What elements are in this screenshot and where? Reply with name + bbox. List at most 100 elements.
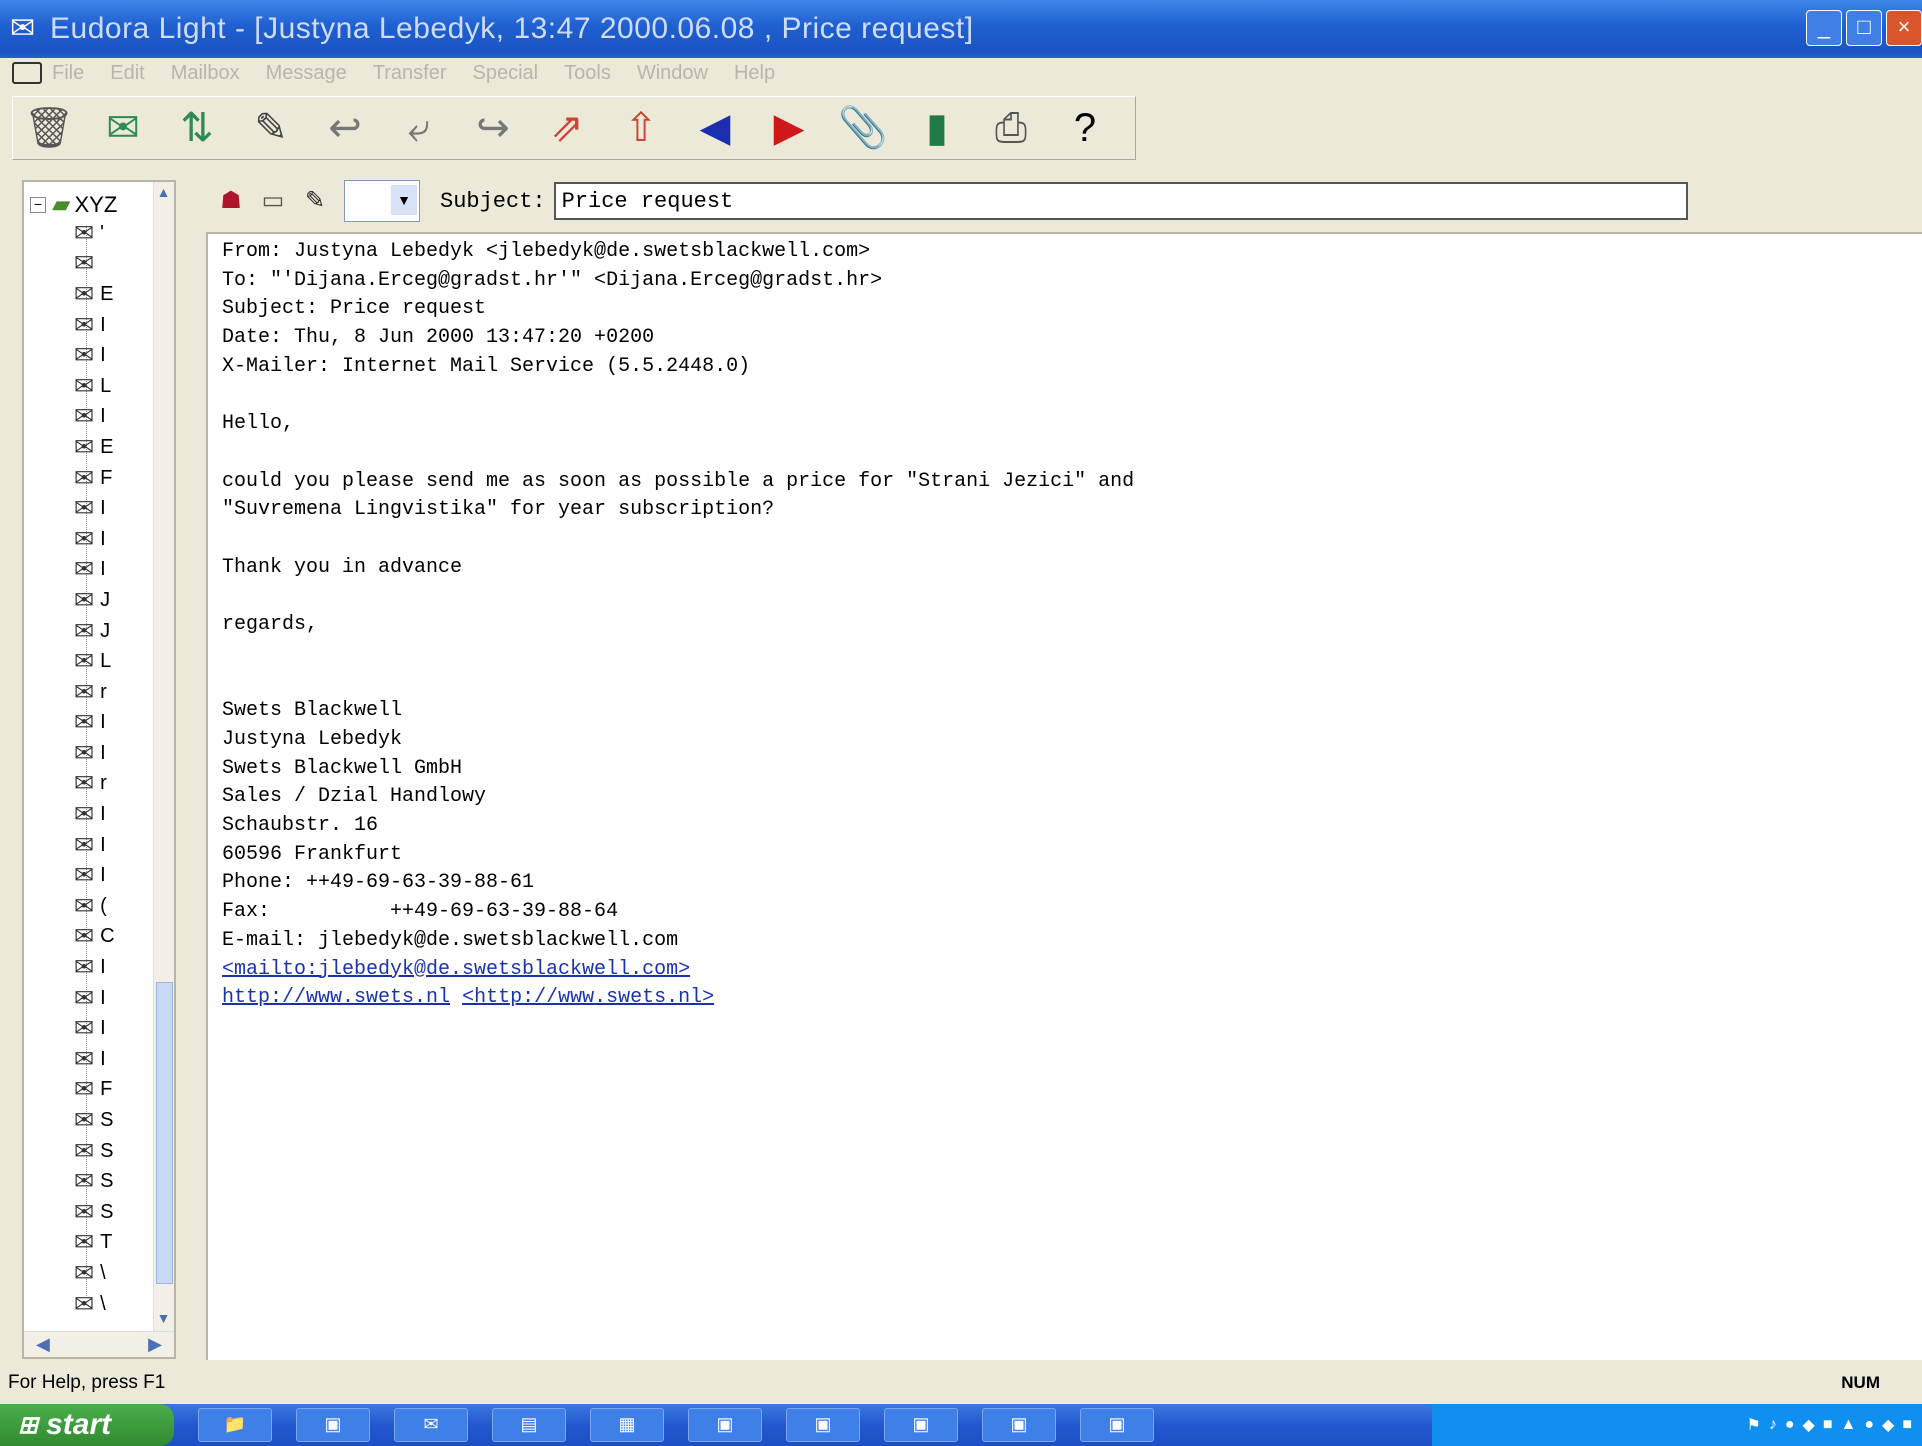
- scroll-down-icon[interactable]: ▼: [155, 1310, 172, 1330]
- address-book-icon[interactable]: ▮: [907, 98, 967, 158]
- tray-network-icon[interactable]: ⚑: [1747, 1415, 1761, 1435]
- tray-app-icon-7[interactable]: ■: [1902, 1416, 1912, 1434]
- mailbox-item[interactable]: ✉ E: [74, 432, 115, 463]
- mailbox-item[interactable]: ✉ I: [74, 708, 115, 739]
- mailbox-item[interactable]: ✉ S: [74, 1166, 115, 1197]
- edit-pencil-icon[interactable]: ✎: [298, 183, 332, 219]
- tree-root[interactable]: − ▰ XYZ: [30, 190, 117, 219]
- mailbox-item[interactable]: ✉ F: [74, 463, 115, 494]
- mailbox-item[interactable]: ✉ I: [74, 555, 115, 586]
- tray-app-icon-1[interactable]: ●: [1785, 1416, 1795, 1434]
- mailbox-item[interactable]: ✉ I: [74, 830, 115, 861]
- help-icon[interactable]: ?: [1055, 98, 1115, 158]
- mailbox-item[interactable]: ✉ C: [74, 922, 115, 953]
- mailbox-tree[interactable]: − ▰ XYZ ✉ ' ✉ ✉ E ✉ I ✉ I ✉ L ✉ I ✉ E ✉ F ✉ I ✉ I ✉ I ✉ J ✉ J ✉ L ✉ r ✉…: [22, 180, 176, 1359]
- label-icon[interactable]: ▭: [256, 183, 290, 219]
- close-button[interactable]: ×: [1886, 10, 1922, 46]
- mailbox-item[interactable]: ✉ \: [74, 1289, 115, 1320]
- menu-file[interactable]: File: [52, 62, 84, 85]
- chevron-down-icon[interactable]: ▼: [391, 185, 417, 215]
- taskbar-button-8[interactable]: ▣: [982, 1408, 1056, 1442]
- taskbar-button-folder[interactable]: 📁: [198, 1408, 272, 1442]
- mailbox-item[interactable]: ✉ I: [74, 799, 115, 830]
- taskbar-button-7[interactable]: ▣: [884, 1408, 958, 1442]
- next-message-icon[interactable]: ▶: [759, 98, 819, 158]
- mailbox-item[interactable]: ✉ ': [74, 218, 115, 249]
- menu-mailbox[interactable]: Mailbox: [171, 62, 240, 85]
- mailbox-item[interactable]: ✉ I: [74, 310, 115, 341]
- mdi-window-icon[interactable]: [12, 62, 42, 84]
- scroll-right-icon[interactable]: ▶: [148, 1334, 162, 1355]
- reply-all-icon[interactable]: ⤶: [389, 98, 449, 158]
- mailbox-item[interactable]: ✉ I: [74, 952, 115, 983]
- mailbox-item[interactable]: ✉ r: [74, 677, 115, 708]
- taskbar-button-9[interactable]: ▣: [1080, 1408, 1154, 1442]
- tray-app-icon-2[interactable]: ◆: [1803, 1415, 1815, 1435]
- maximize-button[interactable]: □: [1846, 10, 1882, 46]
- tray-app-icon-5[interactable]: ●: [1864, 1416, 1874, 1434]
- mailbox-item[interactable]: ✉ \: [74, 1258, 115, 1289]
- mailbox-item[interactable]: ✉ S: [74, 1136, 115, 1167]
- mailbox-item[interactable]: ✉ I: [74, 493, 115, 524]
- taskbar-button-6[interactable]: ▣: [786, 1408, 860, 1442]
- menu-edit[interactable]: Edit: [110, 62, 144, 85]
- mailbox-item[interactable]: ✉ I: [74, 524, 115, 555]
- taskbar-button-4[interactable]: ▦: [590, 1408, 664, 1442]
- message-body[interactable]: From: Justyna Lebedyk <jlebedyk@de.swets…: [206, 232, 1922, 1360]
- menu-window[interactable]: Window: [637, 62, 708, 85]
- previous-message-icon[interactable]: ◀: [685, 98, 745, 158]
- attach-file-icon[interactable]: 📎: [833, 98, 893, 158]
- website-link-2[interactable]: <http://www.swets.nl>: [462, 986, 714, 1009]
- check-mail-icon[interactable]: ✉: [93, 98, 153, 158]
- blah-icon[interactable]: ☗: [214, 183, 248, 219]
- mailbox-item[interactable]: ✉ I: [74, 1013, 115, 1044]
- mailbox-item[interactable]: ✉ T: [74, 1228, 115, 1259]
- mailbox-item[interactable]: ✉ I: [74, 340, 115, 371]
- forward-icon[interactable]: ↪: [463, 98, 523, 158]
- priority-dropdown[interactable]: ▼: [344, 180, 420, 222]
- mailbox-item[interactable]: ✉ I: [74, 983, 115, 1014]
- trash-icon[interactable]: 🗑: [19, 98, 79, 158]
- tree-horizontal-scrollbar[interactable]: ◀ ▶: [24, 1331, 174, 1357]
- mailbox-item[interactable]: ✉ J: [74, 616, 115, 647]
- menu-transfer[interactable]: Transfer: [373, 62, 447, 85]
- scroll-up-icon[interactable]: ▲: [155, 184, 172, 204]
- menu-special[interactable]: Special: [473, 62, 539, 85]
- mailto-link[interactable]: <mailto:jlebedyk@de.swetsblackwell.com>: [222, 958, 690, 981]
- title-bar[interactable]: ✉ Eudora Light - [Justyna Lebedyk, 13:47…: [0, 0, 1922, 58]
- scroll-thumb[interactable]: [156, 982, 173, 1284]
- subject-field[interactable]: Price request: [553, 182, 1688, 220]
- tray-volume-icon[interactable]: ♪: [1769, 1416, 1777, 1434]
- tray-app-icon-4[interactable]: ▲: [1841, 1416, 1857, 1434]
- mailbox-item[interactable]: ✉ L: [74, 646, 115, 677]
- reply-icon[interactable]: ↩: [315, 98, 375, 158]
- mailbox-item[interactable]: ✉ E: [74, 279, 115, 310]
- mailbox-item[interactable]: ✉ F: [74, 1075, 115, 1106]
- start-button[interactable]: ⊞ start: [0, 1404, 174, 1446]
- mailbox-item[interactable]: ✉ I: [74, 860, 115, 891]
- collapse-icon[interactable]: −: [30, 196, 46, 213]
- mailbox-item[interactable]: ✉ I: [74, 402, 115, 433]
- print-icon[interactable]: ⎙: [981, 98, 1041, 158]
- minimize-button[interactable]: _: [1806, 10, 1842, 46]
- mailbox-item[interactable]: ✉(: [74, 891, 115, 922]
- website-link[interactable]: http://www.swets.nl: [222, 986, 450, 1009]
- taskbar-button-1[interactable]: ▣: [296, 1408, 370, 1442]
- menu-help[interactable]: Help: [734, 62, 775, 85]
- tray-app-icon-6[interactable]: ◆: [1882, 1415, 1894, 1435]
- taskbar-button-2[interactable]: ✉: [394, 1408, 468, 1442]
- mailbox-item[interactable]: ✉ I: [74, 738, 115, 769]
- mailbox-item[interactable]: ✉ r: [74, 769, 115, 800]
- mailbox-item[interactable]: ✉ I: [74, 1044, 115, 1075]
- send-receive-icon[interactable]: ⇅: [167, 98, 227, 158]
- tree-vertical-scrollbar[interactable]: ▲ ▼: [153, 182, 174, 1332]
- menu-tools[interactable]: Tools: [564, 62, 611, 85]
- new-message-icon[interactable]: ✎: [241, 98, 301, 158]
- menu-message[interactable]: Message: [266, 62, 347, 85]
- scroll-left-icon[interactable]: ◀: [36, 1334, 50, 1355]
- mailbox-item[interactable]: ✉: [74, 249, 115, 280]
- taskbar-button-5[interactable]: ▣: [688, 1408, 762, 1442]
- taskbar-button-3[interactable]: ▤: [492, 1408, 566, 1442]
- mailbox-item[interactable]: ✉ S: [74, 1105, 115, 1136]
- mailbox-item[interactable]: ✉ L: [74, 371, 115, 402]
